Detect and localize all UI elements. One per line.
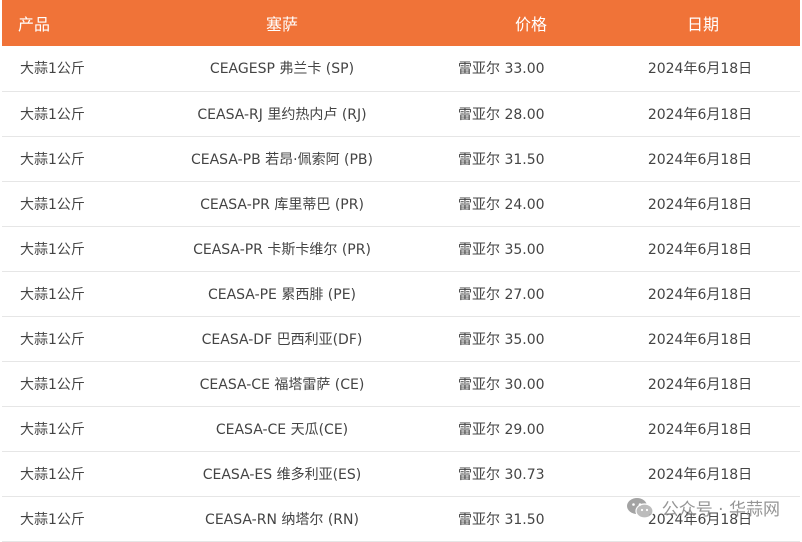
cell-product: 大蒜1公斤: [20, 61, 85, 78]
cell-ceasa: CEASA-PE 累西腓 (PE): [207, 286, 357, 303]
cell-ceasa: CEASA-CE 天瓜(CE): [215, 421, 349, 438]
cell-date: 2024年6月18日: [647, 286, 753, 303]
cell-price: 雷亚尔 31.50: [458, 511, 545, 528]
table-header: 产品 塞萨 价格 日期: [2, 0, 800, 46]
header-row: 产品 塞萨 价格 日期: [2, 0, 800, 46]
wechat-icon: [626, 497, 654, 519]
cell-date: 2024年6月18日: [647, 466, 753, 483]
cell-ceasa: CEASA-DF 巴西利亚(DF): [201, 331, 363, 348]
table-row: 大蒜1公斤 CEASA-CE 天瓜(CE) 雷亚尔 29.00 2024年6月18日: [2, 406, 800, 451]
cell-product: 大蒜1公斤: [20, 106, 85, 123]
header-date: 日期: [686, 15, 719, 34]
cell-date: 2024年6月18日: [647, 421, 753, 438]
table-row: 大蒜1公斤 CEASA-CE 福塔雷萨 (CE) 雷亚尔 30.00 2024年6月1…: [2, 361, 800, 406]
cell-date: 2024年6月18日: [647, 151, 753, 168]
cell-date: 2024年6月18日: [647, 376, 753, 393]
price-table: 产品 塞萨 价格 日期 大蒜1公斤 CEAGESP 弗兰卡 (SP) 雷亚尔 33.…: [2, 0, 800, 542]
cell-ceasa: CEAGESP 弗兰卡 (SP): [209, 61, 355, 78]
cell-product: 大蒜1公斤: [20, 511, 85, 528]
table-row: 大蒜1公斤 CEASA-ES 维多利亚(ES) 雷亚尔 30.73 2024年6月18…: [2, 451, 800, 496]
cell-ceasa: CEASA-RN 纳塔尔 (RN): [205, 511, 359, 528]
cell-product: 大蒜1公斤: [20, 241, 85, 258]
cell-product: 大蒜1公斤: [20, 466, 85, 483]
cell-ceasa: CEASA-PR 卡斯卡维尔 (PR): [193, 241, 371, 258]
cell-price: 雷亚尔 35.00: [458, 331, 545, 348]
cell-price: 雷亚尔 28.00: [458, 106, 545, 123]
header-price: 价格: [514, 15, 547, 34]
cell-date: 2024年6月18日: [647, 106, 753, 123]
watermark: 公众号 · 华蒜网: [626, 495, 780, 520]
table-row: 大蒜1公斤 CEAGESP 弗兰卡 (SP) 雷亚尔 33.00 2024年6月18日: [2, 46, 800, 91]
table-body: 大蒜1公斤 CEAGESP 弗兰卡 (SP) 雷亚尔 33.00 2024年6月18日…: [2, 46, 800, 541]
cell-price: 雷亚尔 31.50: [458, 151, 545, 168]
cell-price: 雷亚尔 33.00: [458, 61, 545, 78]
cell-price: 雷亚尔 30.73: [458, 466, 545, 483]
table-row: 大蒜1公斤 CEASA-PR 卡斯卡维尔 (PR) 雷亚尔 35.00 2024年6月…: [2, 226, 800, 271]
cell-product: 大蒜1公斤: [20, 421, 85, 438]
cell-ceasa: CEASA-ES 维多利亚(ES): [202, 466, 362, 483]
table-row: 大蒜1公斤 CEASA-PR 库里蒂巴 (PR) 雷亚尔 24.00 2024年6月1…: [2, 181, 800, 226]
cell-price: 雷亚尔 30.00: [458, 376, 545, 393]
cell-product: 大蒜1公斤: [20, 331, 85, 348]
cell-date: 2024年6月18日: [647, 196, 753, 213]
cell-ceasa: CEASA-PB 若昂·佩索阿 (PB): [190, 151, 374, 168]
table-row: 大蒜1公斤 CEASA-DF 巴西利亚(DF) 雷亚尔 35.00 2024年6月18…: [2, 316, 800, 361]
cell-date: 2024年6月18日: [647, 241, 753, 258]
cell-date: 2024年6月18日: [647, 331, 753, 348]
table-row: 大蒜1公斤 CEASA-RJ 里约热内卢 (RJ) 雷亚尔 28.00 2024年6月…: [2, 91, 800, 136]
cell-product: 大蒜1公斤: [20, 376, 85, 393]
watermark-text: 公众号 · 华蒜网: [661, 500, 780, 520]
cell-ceasa: CEASA-RJ 里约热内卢 (RJ): [197, 106, 367, 123]
cell-price: 雷亚尔 27.00: [458, 286, 545, 303]
cell-product: 大蒜1公斤: [20, 196, 85, 213]
cell-product: 大蒜1公斤: [20, 151, 85, 168]
header-product: 产品: [18, 15, 51, 34]
cell-price: 雷亚尔 24.00: [458, 196, 545, 213]
cell-ceasa: CEASA-PR 库里蒂巴 (PR): [200, 196, 364, 213]
cell-ceasa: CEASA-CE 福塔雷萨 (CE): [199, 376, 365, 393]
cell-date: 2024年6月18日: [647, 61, 753, 78]
table-row: 大蒜1公斤 CEASA-PE 累西腓 (PE) 雷亚尔 27.00 2024年6月18…: [2, 271, 800, 316]
cell-product: 大蒜1公斤: [20, 286, 85, 303]
table-row: 大蒜1公斤 CEASA-PB 若昂·佩索阿 (PB) 雷亚尔 31.50 2024年6…: [2, 136, 800, 181]
cell-price: 雷亚尔 29.00: [458, 421, 545, 438]
header-ceasa: 塞萨: [265, 15, 298, 34]
cell-price: 雷亚尔 35.00: [458, 241, 545, 258]
